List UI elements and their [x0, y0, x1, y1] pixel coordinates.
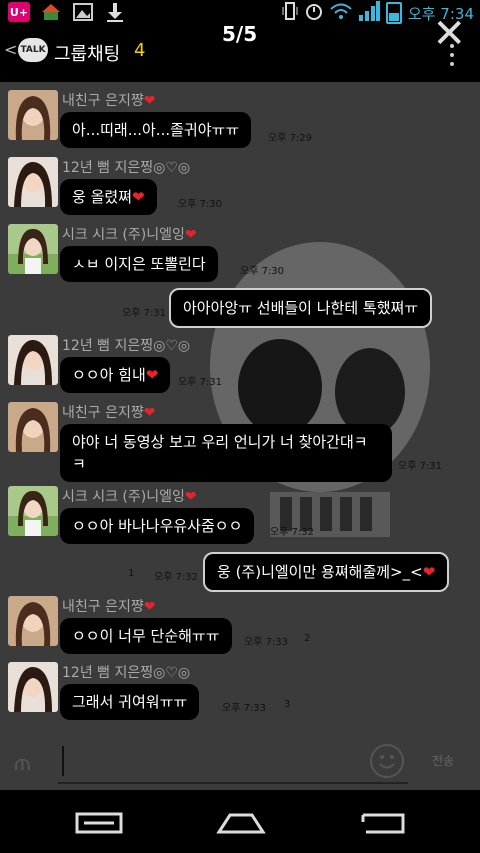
avatar[interactable]: [8, 486, 58, 536]
message-time: 오후 7:29: [268, 133, 313, 144]
message-time: 오후 7:30: [240, 266, 285, 277]
avatar[interactable]: [8, 662, 58, 712]
download-icon: [104, 2, 126, 22]
avatar[interactable]: [8, 402, 58, 452]
attach-icon[interactable]: ⫙: [14, 748, 31, 776]
room-title: 그룹채팅: [54, 44, 121, 65]
avatar[interactable]: [8, 157, 58, 207]
message-time: 오후 7:31: [398, 461, 443, 472]
message-bubble[interactable]: ㅇㅇ이 너무 단순해ㅠㅠ: [60, 618, 232, 654]
more-options-icon[interactable]: [450, 44, 454, 70]
message-input-bar: ⫙ 전송: [0, 738, 480, 790]
menu-icon[interactable]: [74, 812, 124, 834]
sender-name: 12년 뻠 지은찡◎♡◎: [62, 338, 191, 354]
battery-icon: [385, 2, 402, 24]
sender-name: 12년 뻠 지은찡◎♡◎: [62, 665, 191, 681]
my-message-bubble[interactable]: 웅 (주)니엘이만 용쪄해줄께>_<❤: [203, 552, 450, 592]
avatar[interactable]: [8, 596, 58, 646]
carrier-icon: U+: [8, 2, 30, 22]
wifi-icon: [330, 2, 352, 24]
back-nav-icon[interactable]: [358, 812, 408, 834]
message-bubble[interactable]: 그래서 귀여워ㅠㅠ: [60, 684, 200, 720]
member-count: 4: [134, 40, 146, 61]
alarm-icon: [304, 1, 324, 25]
home-app-icon: [40, 2, 62, 22]
send-button[interactable]: 전송: [432, 752, 454, 769]
status-bar: U+ 오후 7:34: [0, 0, 480, 24]
message-time: 오후 7:31: [178, 377, 223, 388]
message-bubble[interactable]: ㅇㅇ아 바나나우유사줌ㅇㅇ: [60, 508, 255, 544]
back-icon[interactable]: <: [4, 40, 17, 59]
avatar[interactable]: [8, 224, 58, 274]
message-time: 오후 7:32: [154, 572, 199, 583]
sender-name: 12년 뻠 지은찡◎♡◎: [62, 160, 191, 176]
unread-count: 1: [128, 568, 135, 579]
unread-count: 2: [304, 633, 311, 644]
sender-name: 시크 시크 (주)니엘잉❤: [62, 227, 197, 243]
input-underline: [58, 782, 408, 784]
signal-icon: [358, 1, 380, 25]
message-time: 오후 7:33: [244, 637, 289, 648]
avatar[interactable]: [8, 335, 58, 385]
talk-logo: TALK: [18, 38, 48, 62]
avatar[interactable]: [8, 90, 58, 140]
sender-name: 내친구 은지쨩❤: [62, 93, 156, 109]
message-time: 오후 7:33: [222, 703, 267, 714]
sender-name: 시크 시크 (주)니엘잉❤: [62, 489, 197, 505]
message-time: 오후 7:32: [270, 527, 315, 538]
message-bubble[interactable]: 야야 너 동영상 보고 우리 언니가 너 찾아간대ㅋㅋ: [60, 424, 392, 482]
page-counter: 5/5: [222, 22, 258, 46]
sender-name: 내친구 은지쨩❤: [62, 405, 156, 421]
message-time: 오후 7:31: [122, 308, 167, 319]
unread-count: 3: [284, 699, 291, 710]
message-time: 오후 7:30: [178, 199, 223, 210]
emoticon-icon[interactable]: [370, 744, 404, 778]
message-bubble[interactable]: ㅅㅂ 이지은 또뽈린다: [60, 246, 218, 282]
message-bubble[interactable]: ㅇㅇ아 힘내❤: [60, 357, 171, 393]
gallery-icon: [72, 2, 94, 22]
sender-name: 내친구 은지쨩❤: [62, 599, 156, 615]
my-message-bubble[interactable]: 아아아앙ㅠ 선배들이 나한테 톡했쪄ㅠ: [169, 288, 433, 328]
vibrate-icon: [282, 1, 298, 25]
navigation-bar: [0, 790, 480, 853]
message-bubble[interactable]: 웅 올렸쪄❤: [60, 179, 157, 215]
message-input[interactable]: [62, 746, 64, 776]
chat-area[interactable]: 내친구 은지쨩❤ 아...띠래...아...졸귀야ㅠㅠ 오후 7:29 12년 …: [0, 82, 480, 738]
chat-header: < TALK 그룹채팅 4 5/5 ✕: [0, 14, 480, 104]
message-bubble[interactable]: 아...띠래...아...졸귀야ㅠㅠ: [60, 112, 252, 148]
home-icon[interactable]: [216, 812, 266, 834]
